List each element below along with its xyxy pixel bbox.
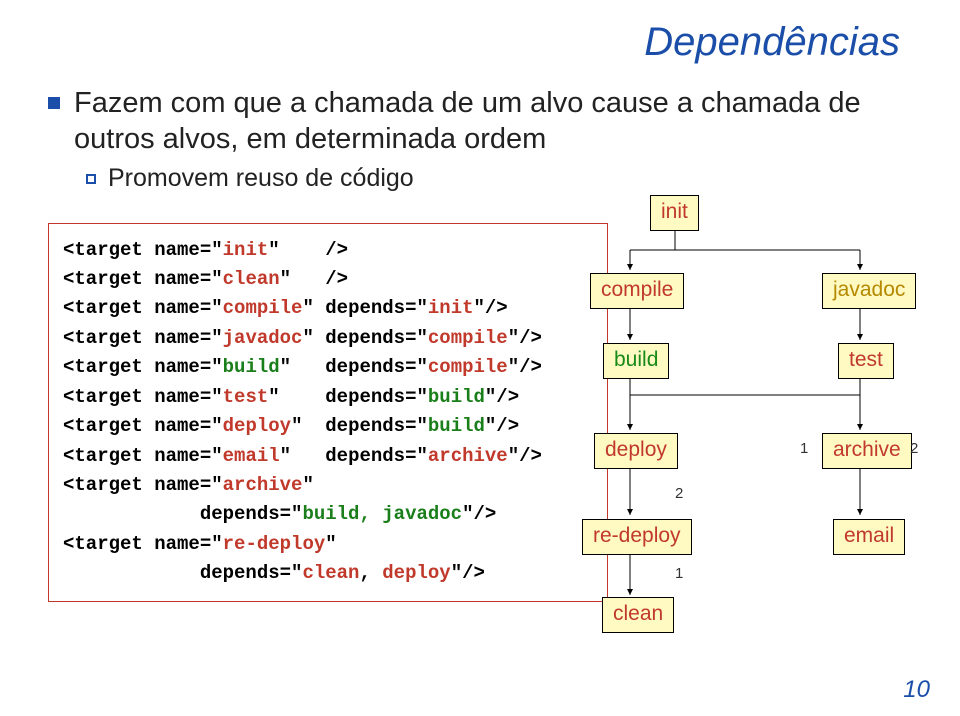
code-dep: compile (428, 327, 508, 349)
code-rest: " depends=" (280, 356, 428, 378)
code-dep: init (428, 297, 474, 319)
bullet-level2: Promovem reuso de código (86, 164, 920, 193)
code-end: "/> (485, 386, 519, 408)
node-label: javadoc (833, 278, 905, 302)
code-dep: archive (428, 445, 508, 467)
node-redeploy: re-deploy (582, 519, 692, 555)
edge-number: 1 (675, 565, 683, 582)
edge-number: 2 (675, 485, 683, 502)
code-line: <target name="deploy" depends="build"/> (63, 415, 519, 437)
code-dep: build, javadoc (302, 503, 462, 525)
code-rest: " (325, 533, 336, 555)
code-rest: " depends=" (280, 445, 428, 467)
node-label: compile (601, 278, 673, 302)
code-line: <target name="email" depends="archive"/> (63, 445, 542, 467)
code-rest: " (302, 474, 313, 496)
code-name: email (223, 445, 280, 467)
code-line: <target name="build" depends="compile"/> (63, 356, 542, 378)
node-compile: compile (590, 273, 684, 309)
code-rest: " depends=" (302, 327, 427, 349)
page-title: Dependências (0, 0, 960, 75)
bullet-outline-square-icon (86, 174, 96, 184)
edge-number: 1 (800, 440, 808, 457)
code-dep: build (428, 415, 485, 437)
code-line: depends="build, javadoc"/> (63, 503, 496, 525)
code-name: compile (223, 297, 303, 319)
code-line: <target name="archive" (63, 474, 314, 496)
bullet-l1-text: Fazem com que a chamada de um alvo cause… (74, 85, 920, 158)
code-raw: depends=" (63, 503, 302, 525)
code-dep: compile (428, 356, 508, 378)
code-line: <target name="test" depends="build"/> (63, 386, 519, 408)
node-deploy: deploy (594, 433, 678, 469)
code-end: "/> (474, 297, 508, 319)
node-label: init (661, 200, 688, 224)
node-label: clean (613, 602, 663, 626)
code-rest: " depends=" (291, 415, 428, 437)
node-label: build (614, 348, 658, 372)
code-name: javadoc (223, 327, 303, 349)
code-line: <target name="init" /> (63, 239, 348, 261)
code-dep: clean (302, 562, 359, 584)
code-dep: build (428, 386, 485, 408)
code-dep: deploy (382, 562, 450, 584)
code-line: <target name="re-deploy" (63, 533, 337, 555)
node-build: build (603, 343, 669, 379)
code-name: clean (223, 268, 280, 290)
code-line: depends="clean, deploy"/> (63, 562, 485, 584)
node-javadoc: javadoc (822, 273, 916, 309)
code-line: <target name="compile" depends="init"/> (63, 297, 508, 319)
code-rest: " depends=" (268, 386, 428, 408)
code-rest: " /> (280, 268, 348, 290)
code-name: build (223, 356, 280, 378)
code-end: "/> (508, 356, 542, 378)
code-end: "/> (508, 445, 542, 467)
node-label: test (849, 348, 883, 372)
node-label: deploy (605, 438, 667, 462)
node-label: re-deploy (593, 524, 681, 548)
node-label: email (844, 524, 894, 548)
code-end: "/> (485, 415, 519, 437)
code-name: deploy (223, 415, 291, 437)
code-name: archive (223, 474, 303, 496)
bullet-l2-text: Promovem reuso de código (108, 164, 414, 193)
node-init: init (650, 195, 699, 231)
code-end: "/> (451, 562, 485, 584)
node-clean: clean (602, 597, 674, 633)
bullet-square-icon (48, 97, 60, 109)
code-block: <target name="init" /> <target name="cle… (48, 223, 608, 602)
edge-number: 2 (910, 440, 918, 457)
code-raw: depends=" (63, 562, 302, 584)
code-rest: " depends=" (302, 297, 427, 319)
code-name: test (223, 386, 269, 408)
code-mid: , (359, 562, 382, 584)
node-archive: archive (822, 433, 912, 469)
code-name: init (223, 239, 269, 261)
node-email: email (833, 519, 905, 555)
code-end: "/> (462, 503, 496, 525)
node-test: test (838, 343, 894, 379)
code-end: "/> (508, 327, 542, 349)
node-label: archive (833, 438, 901, 462)
page-number: 10 (903, 676, 930, 704)
code-line: <target name="javadoc" depends="compile"… (63, 327, 542, 349)
dependency-diagram: init compile javadoc build test deploy a… (600, 195, 940, 675)
code-rest: " /> (268, 239, 348, 261)
bullet-level1: Fazem com que a chamada de um alvo cause… (48, 85, 920, 158)
code-line: <target name="clean" /> (63, 268, 348, 290)
code-name: re-deploy (223, 533, 326, 555)
